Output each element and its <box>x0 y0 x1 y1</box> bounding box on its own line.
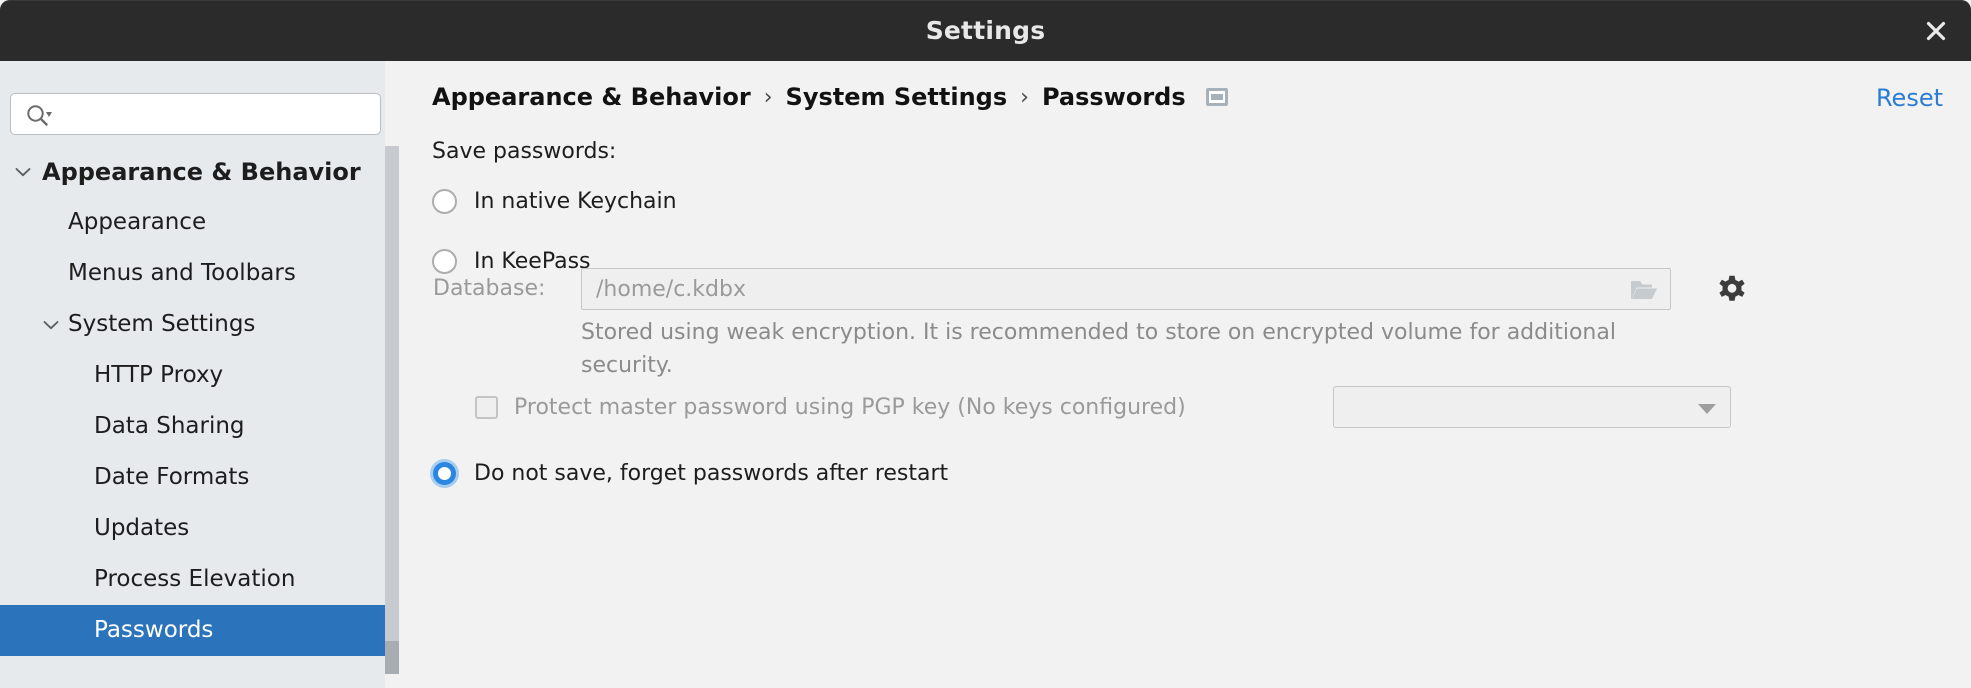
sidebar-item-label: Updates <box>94 515 190 541</box>
sidebar-item-label: Date Formats <box>94 464 250 490</box>
sidebar-scrollbar-thumb-lower[interactable] <box>385 641 399 674</box>
radio-button[interactable] <box>433 462 456 485</box>
database-label: Database: <box>433 276 546 301</box>
search-input[interactable] <box>62 94 374 136</box>
sidebar-item-data-sharing[interactable]: Data Sharing <box>0 401 385 452</box>
window-title: Settings <box>925 16 1046 45</box>
search-field[interactable] <box>10 93 383 137</box>
radio-button[interactable] <box>432 189 457 214</box>
sidebar-item-label: Appearance <box>68 209 207 235</box>
sidebar-item-label: Menus and Toolbars <box>68 260 296 286</box>
main-panel: Appearance & Behavior › System Settings … <box>399 61 1971 688</box>
search-icon[interactable] <box>26 104 52 126</box>
sidebar-item-system-settings[interactable]: System Settings <box>0 299 385 350</box>
breadcrumb-separator: › <box>1020 84 1029 110</box>
sidebar-item-appearance-and-behavior[interactable]: Appearance & Behavior <box>0 146 385 197</box>
database-row: Database: /home/c.kdbx <box>432 268 1932 310</box>
sidebar-item-label: Process Elevation <box>94 566 296 592</box>
window-icon <box>1205 88 1228 106</box>
pgp-key-select[interactable] <box>1333 386 1731 428</box>
radio-option-do-not-save[interactable]: Do not save, forget passwords after rest… <box>430 459 948 488</box>
sidebar-item-label: HTTP Proxy <box>94 362 224 388</box>
save-passwords-label: Save passwords: <box>432 139 617 164</box>
folder-open-icon[interactable] <box>1630 278 1658 301</box>
chevron-down-icon[interactable] <box>40 314 62 336</box>
pgp-checkbox[interactable] <box>475 395 498 419</box>
pgp-row: Protect master password using PGP key (N… <box>432 386 1932 428</box>
database-note: Stored using weak encryption. It is reco… <box>581 320 1616 378</box>
sidebar-item-appearance[interactable]: Appearance <box>0 197 385 248</box>
pgp-label: Protect master password using PGP key (N… <box>514 394 1186 420</box>
sidebar-item-label: Appearance & Behavior <box>42 157 361 186</box>
close-icon <box>1926 21 1946 40</box>
sidebar-item-label: Data Sharing <box>94 413 245 439</box>
sidebar-scrollbar-thumb[interactable] <box>385 146 399 641</box>
breadcrumb-separator: › <box>763 84 773 110</box>
radio-button-selected-wrapper[interactable] <box>430 459 459 488</box>
sidebar-item-label: Passwords <box>94 617 214 643</box>
breadcrumb-item-appearance-and-behavior[interactable]: Appearance & Behavior <box>432 83 751 111</box>
sidebar-item-menus-and-toolbars[interactable]: Menus and Toolbars <box>0 248 385 299</box>
sidebar-item-http-proxy[interactable]: HTTP Proxy <box>0 350 385 401</box>
settings-tree: Appearance & Behavior Appearance Menus a… <box>0 146 385 688</box>
radio-option-native-keychain[interactable]: In native Keychain <box>432 189 677 214</box>
reset-button[interactable]: Reset <box>1876 84 1943 112</box>
title-bar: Settings <box>0 0 1971 61</box>
sidebar-item-process-elevation[interactable]: Process Elevation <box>0 554 385 605</box>
gear-icon[interactable] <box>1717 274 1747 304</box>
sidebar: Appearance & Behavior Appearance Menus a… <box>0 61 385 688</box>
radio-label: Do not save, forget passwords after rest… <box>474 461 949 486</box>
sidebar-item-date-formats[interactable]: Date Formats <box>0 452 385 503</box>
breadcrumb: Appearance & Behavior › System Settings … <box>432 83 1228 111</box>
sidebar-item-updates[interactable]: Updates <box>0 503 385 554</box>
sidebar-item-passwords[interactable]: Passwords <box>0 605 385 656</box>
database-path-value: /home/c.kdbx <box>596 277 746 302</box>
settings-dialog: Settings Appearance & Behavior Appearanc… <box>0 0 1971 688</box>
radio-label: In native Keychain <box>474 189 677 214</box>
breadcrumb-item-system-settings[interactable]: System Settings <box>786 83 1008 111</box>
chevron-down-icon[interactable] <box>1698 404 1716 414</box>
chevron-down-icon[interactable] <box>12 161 34 183</box>
close-button[interactable] <box>1913 8 1959 53</box>
breadcrumb-item-passwords: Passwords <box>1041 83 1186 111</box>
sidebar-item-label: System Settings <box>68 311 256 337</box>
database-path-input[interactable]: /home/c.kdbx <box>581 268 1671 310</box>
